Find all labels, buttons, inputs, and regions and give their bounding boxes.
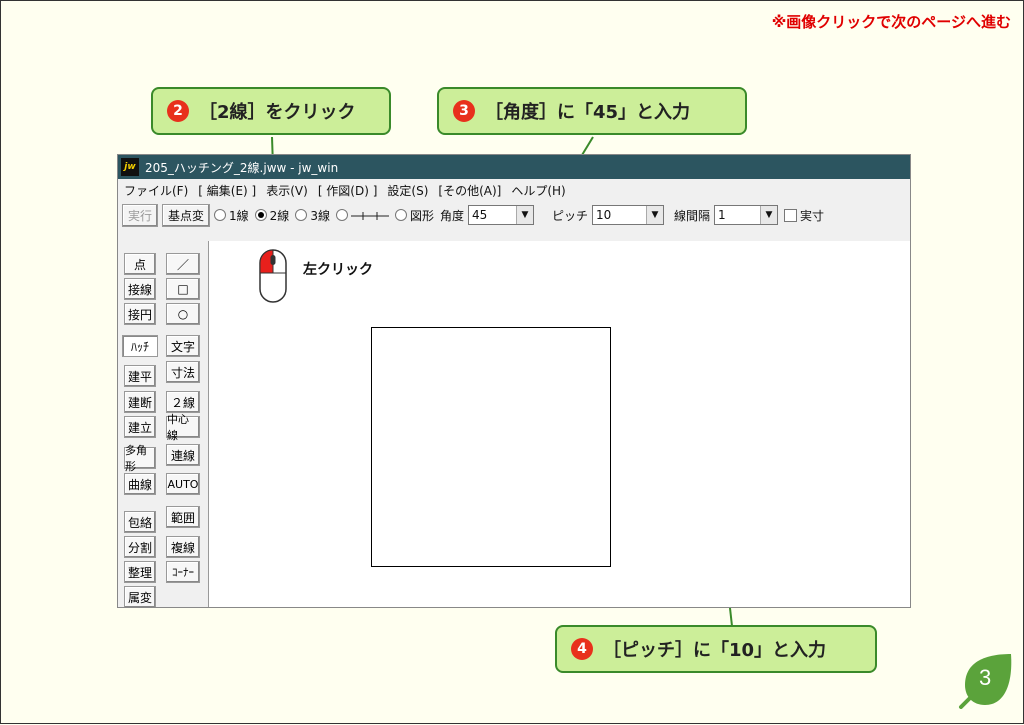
tool-circle[interactable]: ○: [166, 303, 200, 325]
tool-corner[interactable]: ｺｰﾅｰ: [166, 561, 200, 583]
page-number: 3: [979, 665, 992, 690]
tool-tangent[interactable]: 接線: [124, 278, 156, 300]
jw-win-window: jw 205_ハッチング_2線.jww - jw_win ファイル(F) [ 編…: [117, 154, 911, 608]
menu-file[interactable]: ファイル(F): [124, 182, 188, 199]
page-number-badge: 3: [957, 651, 1015, 709]
jw-app-icon: jw: [121, 158, 139, 176]
angle-value[interactable]: 45: [469, 208, 516, 222]
pitch-label: ピッチ: [551, 208, 588, 223]
menu-draw[interactable]: [ 作図(D) ]: [318, 182, 378, 199]
spacing-dropdown-icon[interactable]: ▼: [760, 206, 778, 224]
title-bar: jw 205_ハッチング_2線.jww - jw_win: [118, 155, 910, 179]
callout-angle: 3 ［角度］に「45」と入力: [437, 87, 747, 135]
radio-pattern-dot[interactable]: [335, 209, 348, 221]
base-change-button[interactable]: 基点変: [162, 203, 211, 227]
spacing-value[interactable]: 1: [715, 208, 760, 222]
left-click-label: 左クリック: [303, 262, 373, 278]
tool-organize[interactable]: 整理: [124, 561, 156, 583]
tool-hatch[interactable]: ﾊｯﾁ: [122, 335, 158, 357]
angle-dropdown-icon[interactable]: ▼: [515, 206, 533, 224]
tool-polygon[interactable]: 多角形: [124, 444, 156, 473]
menu-bar: ファイル(F) [ 編集(E) ] 表示(V) [ 作図(D) ] 設定(S) …: [118, 179, 910, 201]
step-number-3: 3: [453, 100, 475, 122]
tool-arch-plan[interactable]: 建平: [124, 365, 156, 387]
tool-envelope[interactable]: 包絡: [124, 511, 156, 533]
menu-settings[interactable]: 設定(S): [387, 182, 428, 199]
pitch-dropdown-icon[interactable]: ▼: [646, 206, 663, 224]
tool-curve[interactable]: 曲線: [124, 473, 156, 495]
tool-rectangle[interactable]: □: [166, 278, 200, 300]
radio-1sen-label: 1線: [229, 208, 249, 223]
tool-point[interactable]: 点: [124, 253, 156, 275]
callout-angle-text: ［角度］に「45」と入力: [485, 102, 691, 123]
radio-3sen[interactable]: 3線: [295, 207, 330, 224]
line-pattern-icon: [350, 212, 389, 220]
menu-help[interactable]: ヘルプ(H): [511, 182, 565, 199]
tool-centerline[interactable]: 中心線: [166, 413, 200, 442]
menu-view[interactable]: 表示(V): [266, 182, 308, 199]
radio-pattern[interactable]: [335, 209, 389, 221]
tool-auto[interactable]: AUTO: [166, 473, 200, 495]
drawn-square: [371, 327, 611, 567]
actual-size-label: 実寸: [800, 208, 825, 223]
spacing-combo[interactable]: 1 ▼: [714, 205, 779, 225]
tool-range[interactable]: 範囲: [166, 506, 200, 528]
pitch-combo[interactable]: 10 ▼: [592, 205, 664, 225]
tool-2sen[interactable]: ２線: [166, 391, 200, 413]
radio-1sen-dot[interactable]: [214, 209, 227, 221]
actual-size-checkbox[interactable]: [784, 208, 798, 222]
tool-dimension[interactable]: 寸法: [166, 361, 200, 383]
radio-3sen-label: 3線: [310, 208, 330, 223]
hatch-toolbar: 実行 基点変 1線 2線 3線 図形 角度 45 ▼ ピッチ 10 ▼ 線間隔 1 ▼…: [118, 201, 910, 229]
angle-combo[interactable]: 45 ▼: [467, 205, 534, 225]
step-number-4: 4: [571, 638, 593, 660]
angle-label: 角度: [439, 208, 464, 223]
tool-arch-section[interactable]: 建断: [124, 391, 156, 413]
pitch-value[interactable]: 10: [593, 208, 646, 222]
callout-2sen-text: ［2線］をクリック: [199, 102, 356, 123]
radio-2sen-label: 2線: [269, 208, 290, 223]
tool-text[interactable]: 文字: [166, 335, 200, 357]
tool-divide[interactable]: 分割: [124, 536, 156, 558]
tool-attribute-change[interactable]: 属変: [124, 586, 156, 607]
callout-pitch-text: ［ピッチ］に「10」と入力: [603, 640, 827, 661]
tool-line[interactable]: ／: [166, 253, 200, 275]
menu-other[interactable]: [その他(A)]: [438, 182, 501, 199]
tool-palette: 点 接線 接円 ﾊｯﾁ 建平 建断 建立 多角形 曲線 包絡 分割 整理 属変 …: [118, 241, 206, 607]
window-title: 205_ハッチング_2線.jww - jw_win: [145, 160, 339, 175]
slide: ※画像クリックで次のページへ進む 2 ［2線］をクリック 3 ［角度］に「45」…: [0, 0, 1024, 724]
tool-offset[interactable]: 複線: [166, 536, 200, 558]
step-number-2: 2: [167, 100, 189, 122]
radio-3sen-dot[interactable]: [295, 209, 308, 221]
drawing-canvas[interactable]: 左クリック: [208, 241, 910, 607]
radio-2sen[interactable]: 2線: [254, 207, 290, 224]
tool-arch-elevation[interactable]: 建立: [124, 416, 156, 438]
mouse-left-click-icon: [259, 249, 287, 303]
spacing-label: 線間隔: [674, 208, 711, 223]
tool-tangent-circle[interactable]: 接円: [124, 303, 156, 325]
radio-shape[interactable]: 図形: [394, 207, 434, 224]
menu-edit[interactable]: [ 編集(E) ]: [198, 182, 256, 199]
radio-shape-dot[interactable]: [394, 209, 407, 221]
radio-shape-label: 図形: [409, 208, 434, 223]
callout-pitch: 4 ［ピッチ］に「10」と入力: [555, 625, 877, 673]
radio-1sen[interactable]: 1線: [214, 207, 249, 224]
execute-button[interactable]: 実行: [122, 203, 159, 227]
callout-2sen: 2 ［2線］をクリック: [151, 87, 391, 135]
tool-continuous-line[interactable]: 連線: [166, 444, 200, 466]
radio-2sen-dot[interactable]: [254, 209, 267, 221]
